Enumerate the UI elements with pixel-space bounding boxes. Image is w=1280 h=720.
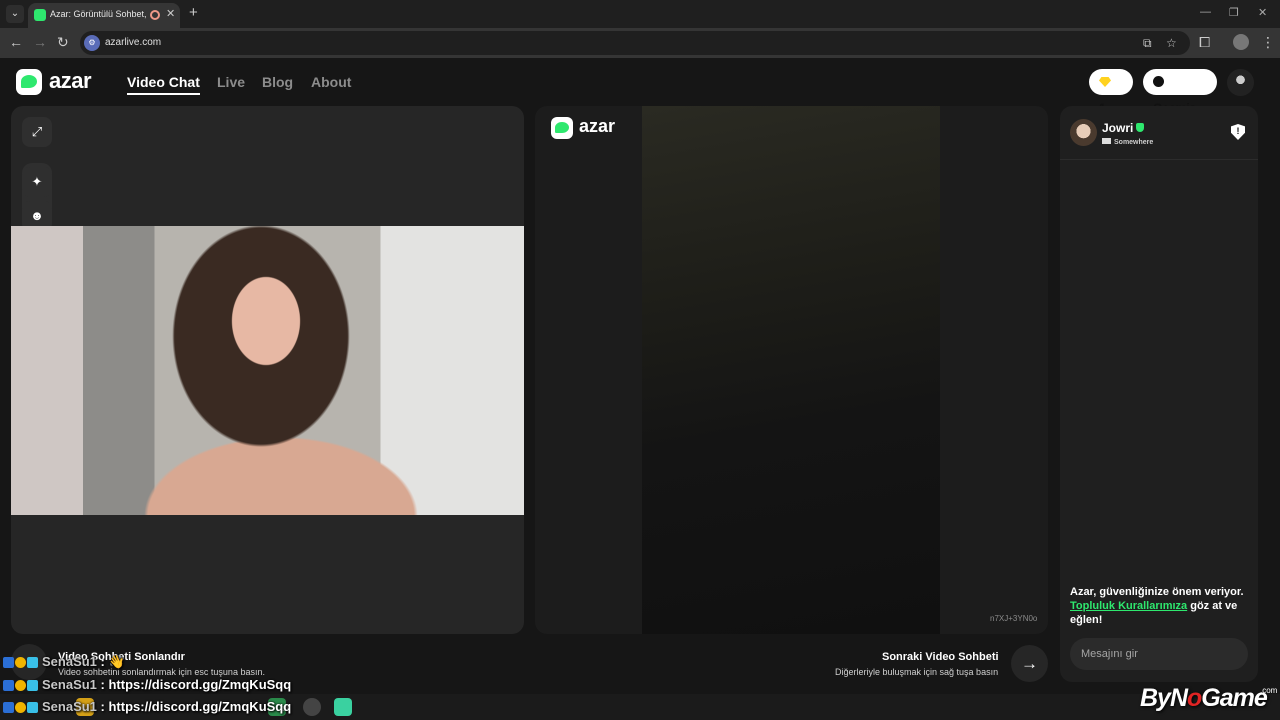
minimize-icon[interactable]: —	[1200, 6, 1211, 18]
nav-about[interactable]: About	[311, 74, 351, 90]
address-url[interactable]: azarlive.com	[105, 37, 161, 48]
next-chat-subtitle: Diğerleriyle buluşmak için sağ tuşa bası…	[835, 667, 999, 677]
taskbar-active-app-icon[interactable]	[334, 698, 352, 716]
gem-icon	[1099, 77, 1111, 87]
self-camera-panel: ⤢ ✦ ☻	[11, 106, 524, 634]
safety-notice: Azar, güvenliğinize önem veriyor. Toplul…	[1070, 585, 1250, 627]
address-bar[interactable]: ⚙ azarlive.com ⧉ ☆	[80, 31, 1190, 55]
peer-name: Jowri	[1102, 121, 1134, 135]
stream-chat-text: : https://discord.gg/ZmqKuSqq	[100, 699, 292, 714]
browser-tab-azar[interactable]: Azar: Görüntülü Sohbet, Arl ✕	[28, 3, 180, 28]
azar-logo-icon[interactable]	[16, 69, 42, 95]
stream-chat-text: : https://discord.gg/ZmqKuSqq	[100, 677, 292, 692]
new-tab-icon[interactable]: +	[189, 4, 198, 21]
stream-chat-line: SenaSu1 : https://discord.gg/ZmqKuSqq	[3, 699, 291, 717]
session-id: n7XJ+3YN0o	[990, 614, 1038, 623]
stream-chat-line: SenaSu1 : https://discord.gg/ZmqKuSqq	[3, 677, 291, 695]
nav-blog[interactable]: Blog	[262, 74, 293, 90]
effects-toolbar: ✦ ☻	[22, 163, 52, 233]
stream-chat-text: : 👋	[100, 654, 125, 669]
cast-icon[interactable]: ⧉	[1143, 36, 1152, 51]
azar-logo-text[interactable]: azar	[49, 68, 92, 94]
azar-watermark-text: azar	[579, 116, 616, 136]
stream-chat-user: SenaSu1	[42, 699, 97, 714]
azar-watermark-icon	[551, 117, 573, 139]
restore-icon[interactable]: ❐	[1229, 6, 1239, 19]
browser-toolbar: ← → ↻ ⚙ azarlive.com ⧉ ☆ ⧠ ⋮	[0, 28, 1280, 58]
sparkle-effects-icon[interactable]: ✦	[22, 167, 52, 197]
watermark-tld: .com	[1260, 686, 1278, 695]
reload-icon[interactable]: ↻	[57, 34, 69, 51]
extensions-icon[interactable]: ⧠	[1199, 34, 1210, 51]
stranger-video	[642, 106, 940, 634]
tab-title: Azar: Görüntülü Sohbet, Arl	[50, 9, 146, 19]
bookmark-star-icon[interactable]: ☆	[1166, 36, 1177, 50]
verified-shield-icon	[1136, 123, 1145, 132]
report-shield-icon[interactable]: !	[1231, 124, 1245, 140]
message-input[interactable]	[1070, 638, 1248, 670]
browser-menu-icon[interactable]: ⋮	[1261, 34, 1275, 51]
chat-header: Jowri Somewhere !	[1060, 106, 1258, 160]
peer-name-row[interactable]: Jowri	[1102, 121, 1145, 135]
close-window-icon[interactable]: ✕	[1258, 6, 1267, 19]
peer-location-row: Somewhere	[1102, 138, 1153, 146]
browser-tabbar: ⌄ Azar: Görüntülü Sohbet, Arl ✕ + — ❐ ✕	[0, 0, 1280, 28]
next-chat-title: Sonraki Video Sohbeti	[882, 651, 999, 663]
chat-badges-icon	[3, 679, 39, 694]
azar-favicon-icon	[34, 9, 46, 21]
community-guidelines-link[interactable]: Topluluk Kurallarımıza	[1070, 600, 1187, 612]
chat-badges-icon	[3, 656, 39, 671]
nav-video-chat[interactable]: Video Chat	[127, 74, 200, 95]
site-info-icon[interactable]: ⚙	[84, 35, 100, 51]
peer-avatar[interactable]	[1070, 119, 1097, 146]
tab-search-chevron-icon[interactable]: ⌄	[6, 5, 24, 23]
stream-chat-user: SenaSu1	[42, 677, 97, 692]
close-tab-icon[interactable]: ✕	[166, 7, 175, 20]
user-avatar[interactable]	[1227, 69, 1254, 96]
bynogame-watermark: ByNoGame	[1140, 684, 1268, 712]
self-camera-video	[11, 226, 524, 515]
gems-button[interactable]: 1	[1089, 69, 1133, 115]
taskbar-recorder-icon[interactable]	[303, 698, 321, 716]
expand-icon[interactable]: ⤢	[22, 117, 52, 147]
stream-chat-line: SenaSu1 : 👋	[3, 654, 125, 672]
chat-panel: Jowri Somewhere ! Azar, güvenliğinize ön…	[1060, 106, 1258, 682]
clock-icon	[1153, 76, 1164, 87]
stranger-video-panel: azar n7XJ+3YN0o	[535, 106, 1048, 634]
next-chat-arrow-icon[interactable]: →	[1011, 645, 1048, 682]
safety-lead: Azar, güvenliğinize önem veriyor.	[1070, 586, 1244, 598]
profile-avatar[interactable]	[1233, 34, 1249, 50]
stream-chat-user: SenaSu1	[42, 654, 97, 669]
recording-indicator-icon	[150, 10, 160, 20]
peer-location: Somewhere	[1114, 139, 1154, 146]
chat-badges-icon	[3, 701, 39, 716]
forward-icon[interactable]: →	[33, 34, 47, 50]
azar-site: azar Video Chat Live Blog About 1 Geçmiş…	[0, 58, 1280, 720]
history-button[interactable]: Geçmiş	[1143, 69, 1217, 115]
back-icon[interactable]: ←	[9, 34, 23, 50]
flag-icon	[1102, 138, 1111, 144]
nav-live[interactable]: Live	[217, 74, 245, 90]
